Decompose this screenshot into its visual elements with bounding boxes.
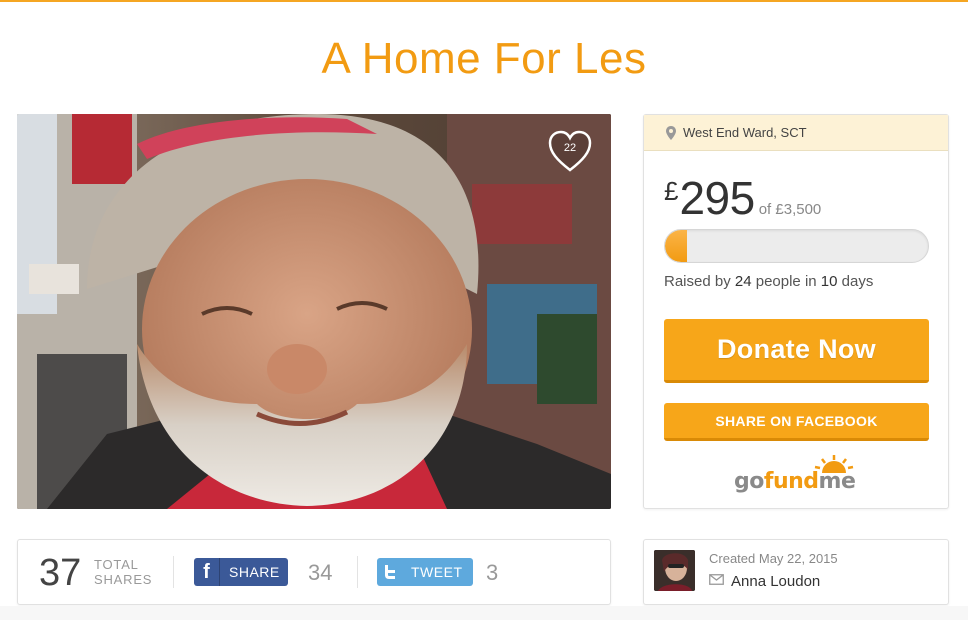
total-shares-count: 37 xyxy=(39,552,82,594)
avatar[interactable] xyxy=(654,550,695,591)
amount-row: £ 295 of £3,500 xyxy=(664,171,821,225)
people-label: people in xyxy=(755,273,817,290)
organizer-name-row[interactable]: Anna Loudon xyxy=(709,572,820,590)
donation-card: West End Ward, SCT £ 295 of £3,500 Raise… xyxy=(643,114,949,509)
facebook-icon: f xyxy=(194,558,220,586)
page-bottom xyxy=(0,606,968,620)
gofundme-wordmark: gofundme xyxy=(734,469,856,494)
raised-prefix: Raised by xyxy=(664,273,731,290)
progress-fill xyxy=(665,230,688,262)
organizer-name: Anna Loudon xyxy=(731,572,821,590)
location-text: West End Ward, SCT xyxy=(683,125,807,140)
twitter-tweet-button[interactable]: TWEET xyxy=(377,558,473,586)
logo-me: me xyxy=(818,469,856,494)
heart-count: 22 xyxy=(563,142,577,154)
gofundme-logo[interactable]: gofundme xyxy=(734,455,864,499)
divider xyxy=(173,556,174,588)
total-label-line2: SHARES xyxy=(94,572,153,587)
goal-text: of £3,500 xyxy=(758,201,822,218)
organizer-card: Created May 22, 2015 Anna Loudon xyxy=(643,539,949,605)
amount-raised: 295 xyxy=(679,172,755,224)
logo-go: go xyxy=(734,469,764,494)
tweet-label: TWEET xyxy=(411,564,463,580)
raised-summary: Raised by 24 people in 10 days xyxy=(664,273,873,290)
twitter-icon xyxy=(377,558,403,586)
divider xyxy=(357,556,358,588)
logo-fund: fund xyxy=(763,469,819,494)
facebook-share-button[interactable]: f SHARE xyxy=(194,558,288,586)
facebook-share-count: 34 xyxy=(308,560,333,585)
page-title: A Home For Les xyxy=(321,34,647,83)
facebook-share-label: SHARE xyxy=(229,564,280,580)
mail-icon xyxy=(709,572,724,590)
total-label-line1: TOTAL xyxy=(94,557,139,572)
location-bar: West End Ward, SCT xyxy=(644,115,948,151)
favorite-heart[interactable]: 22 xyxy=(547,130,593,174)
location-pin-icon xyxy=(666,125,676,140)
campaign-photo[interactable]: 22 xyxy=(17,114,611,509)
currency-symbol: £ xyxy=(664,176,679,206)
donor-count: 24 xyxy=(734,273,752,290)
top-accent-line xyxy=(0,0,968,2)
photo-illustration xyxy=(17,114,611,509)
share-bar: 37 TOTAL SHARES f SHARE 34 TWEET 3 xyxy=(17,539,611,605)
share-on-facebook-button[interactable]: SHARE ON FACEBOOK xyxy=(664,403,929,441)
created-date: Created May 22, 2015 xyxy=(709,551,838,566)
days-count: 10 xyxy=(820,273,838,290)
total-shares-label: TOTAL SHARES xyxy=(94,557,152,587)
days-label: days xyxy=(841,273,874,290)
donate-now-button[interactable]: Donate Now xyxy=(664,319,929,383)
progress-bar xyxy=(664,229,929,263)
tweet-count: 3 xyxy=(486,560,499,585)
